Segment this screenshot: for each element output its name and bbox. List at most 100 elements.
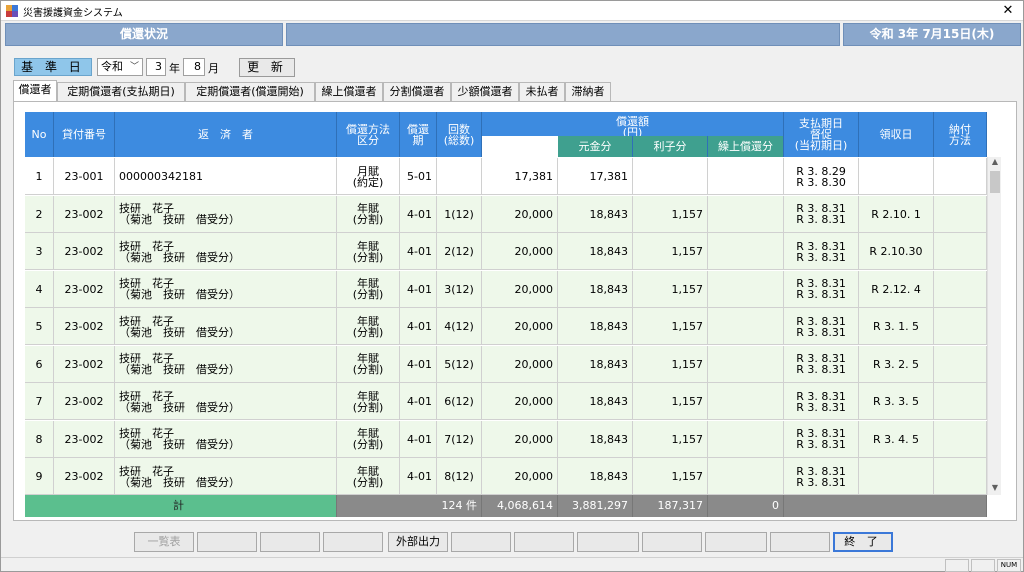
cell-due-line: R 3. 8.29 <box>796 164 846 178</box>
cell-no: 3 <box>25 233 54 270</box>
totals-principal: 3,881,297 <box>558 495 633 517</box>
era-select[interactable]: 令和 ﹀ <box>97 58 143 76</box>
export-button[interactable]: 外部出力 <box>388 532 448 552</box>
cell-pay <box>934 158 987 195</box>
table-row[interactable]: 3 23-002 技研 花子 （菊池 技研 借受分） 年賦 (分割) 4-01 2(12) 20… <box>25 233 987 270</box>
col-loan-no: 貸付番号 <box>54 112 115 157</box>
cell-method: 年賦 (分割) <box>337 270 400 308</box>
tab-regular-due[interactable]: 定期償還者(支払期日) <box>57 82 185 101</box>
blank-button-7[interactable] <box>642 532 702 552</box>
cell-count: 3(12) <box>437 270 482 308</box>
year-input[interactable]: 3 <box>146 58 166 76</box>
cell-method: 年賦 (分割) <box>337 345 400 383</box>
cell-payer: 000000342181 <box>115 158 337 195</box>
cell-received: R 3. 2. 5 <box>859 345 934 383</box>
status-cell-1 <box>945 559 969 572</box>
cell-count: 4(12) <box>437 308 482 345</box>
cell-payer-line: （菊池 技研 借受分） <box>119 363 240 376</box>
cell-method-line: 年賦 <box>357 314 379 328</box>
cell-loan: 23-002 <box>54 458 115 495</box>
cell-due-line: R 3. 8.31 <box>796 213 846 226</box>
scroll-down-icon[interactable]: ▼ <box>988 483 1002 495</box>
blank-button-5[interactable] <box>514 532 574 552</box>
cell-received: R 3. 1. 5 <box>859 308 934 345</box>
month-input[interactable]: 8 <box>183 58 205 76</box>
cell-prepay <box>708 308 784 345</box>
cell-due-line: R 3. 8.31 <box>796 389 846 403</box>
col-due: 支払期日 督促 (当初期日) <box>784 112 859 157</box>
totals-blank <box>784 495 987 517</box>
cell-pay <box>934 308 987 345</box>
table-row[interactable]: 6 23-002 技研 花子 （菊池 技研 借受分） 年賦 (分割) 4-01 5(12) 20… <box>25 345 987 383</box>
table-row[interactable]: 9 23-002 技研 花子 （菊池 技研 借受分） 年賦 (分割) 4-01 8(12) 20… <box>25 458 987 495</box>
status-bar: NUM <box>1 557 1023 572</box>
blank-button-1[interactable] <box>197 532 257 552</box>
close-icon[interactable]: ✕ <box>995 1 1021 20</box>
chevron-down-icon[interactable]: ﹀ <box>130 59 139 75</box>
cell-method-line: (分割) <box>352 288 384 301</box>
cell-method: 年賦 (分割) <box>337 308 400 345</box>
blank-button-6[interactable] <box>577 532 639 552</box>
num-lock-indicator: NUM <box>997 559 1021 572</box>
col-amount: 償還額 (円) <box>482 112 784 138</box>
cell-payer: 技研 花子 （菊池 技研 借受分） <box>115 270 337 308</box>
cell-method-line: (分割) <box>352 250 384 264</box>
col-pay-method: 納付 方法 <box>934 112 987 157</box>
cell-payer-line: 技研 花子 <box>119 314 174 328</box>
table-row[interactable]: 4 23-002 技研 花子 （菊池 技研 借受分） 年賦 (分割) 4-01 3(12) 20… <box>25 270 987 308</box>
cell-interest: 1,157 <box>633 345 708 383</box>
cell-period: 4-01 <box>400 233 437 270</box>
tab-regular-start[interactable]: 定期償還者(償還開始) <box>185 82 315 101</box>
cell-due: R 3. 8.31 R 3. 8.31 <box>784 458 859 495</box>
blank-button-3[interactable] <box>323 532 383 552</box>
list-button[interactable]: 一覧表 <box>134 532 194 552</box>
cell-due: R 3. 8.31 R 3. 8.31 <box>784 270 859 308</box>
tab-unpaid[interactable]: 未払者 <box>519 82 565 101</box>
cell-no: 7 <box>25 383 54 420</box>
cell-payer: 技研 花子 （菊池 技研 借受分） <box>115 195 337 233</box>
tab-delinquent[interactable]: 滞納者 <box>565 82 611 101</box>
cell-payer-line: （菊池 技研 借受分） <box>119 288 240 301</box>
table-row[interactable]: 5 23-002 技研 花子 （菊池 技研 借受分） 年賦 (分割) 4-01 4(12) 20… <box>25 308 987 345</box>
blank-button-4[interactable] <box>451 532 511 552</box>
cell-method-line: (分割) <box>352 438 384 451</box>
table-row[interactable]: 8 23-002 技研 花子 （菊池 技研 借受分） 年賦 (分割) 4-01 7(12) 20… <box>25 420 987 458</box>
table-row[interactable]: 7 23-002 技研 花子 （菊池 技研 借受分） 年賦 (分割) 4-01 6(12) 20… <box>25 383 987 420</box>
tab-prepay[interactable]: 繰上償還者 <box>315 82 383 101</box>
blank-button-9[interactable] <box>770 532 830 552</box>
cell-prepay <box>708 345 784 383</box>
cell-pay <box>934 270 987 308</box>
cell-method-line: 年賦 <box>357 239 379 253</box>
cell-method: 年賦 (分割) <box>337 383 400 420</box>
tab-installment[interactable]: 分割償還者 <box>383 82 451 101</box>
scroll-up-icon[interactable]: ▲ <box>988 157 1002 169</box>
table-row[interactable]: 2 23-002 技研 花子 （菊池 技研 借受分） 年賦 (分割) 4-01 1(12) 20… <box>25 195 987 233</box>
col-method-l2: 区分 <box>357 133 379 147</box>
blank-button-2[interactable] <box>260 532 320 552</box>
table-row[interactable]: 1 23-001 000000342181 月賦 (約定) 5-01 17,381 17,38… <box>25 158 987 195</box>
cell-prepay <box>708 158 784 195</box>
cell-method-line: 年賦 <box>357 389 379 403</box>
totals-count: 124 件 <box>337 495 482 517</box>
cell-period: 4-01 <box>400 270 437 308</box>
tab-payers[interactable]: 償還者 <box>13 80 57 101</box>
scroll-thumb[interactable] <box>990 171 1000 193</box>
update-button[interactable]: 更 新 <box>239 58 295 77</box>
tab-small-amount[interactable]: 少額償還者 <box>451 82 519 101</box>
cell-payer: 技研 花子 （菊池 技研 借受分） <box>115 308 337 345</box>
cell-due: R 3. 8.31 R 3. 8.31 <box>784 233 859 270</box>
cell-no: 5 <box>25 308 54 345</box>
vertical-scrollbar[interactable]: ▲ ▼ <box>987 157 1001 495</box>
exit-button[interactable]: 終 了 <box>833 532 893 552</box>
blank-button-8[interactable] <box>705 532 767 552</box>
cell-amount: 20,000 <box>482 345 558 383</box>
cell-method-line: (分割) <box>352 363 384 376</box>
cell-amount: 20,000 <box>482 308 558 345</box>
cell-amount: 20,000 <box>482 383 558 420</box>
cell-method-line: (分割) <box>352 400 384 414</box>
cell-due-line: R 3. 8.31 <box>796 400 846 414</box>
cell-received: R 2.12. 4 <box>859 270 934 308</box>
cell-received: R 3. 3. 5 <box>859 383 934 420</box>
cell-due: R 3. 8.31 R 3. 8.31 <box>784 420 859 458</box>
base-date-label: 基 準 日 <box>14 58 92 76</box>
